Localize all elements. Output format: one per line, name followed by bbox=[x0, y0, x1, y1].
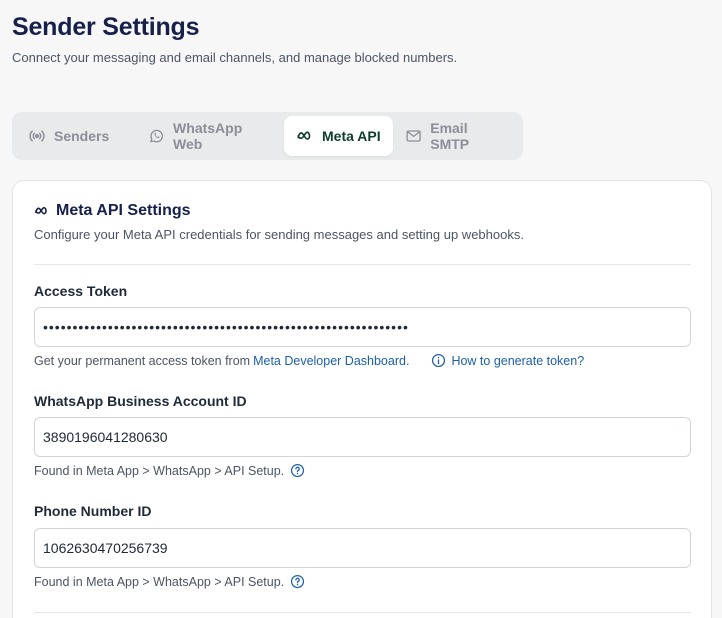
phone-number-id-input[interactable] bbox=[34, 528, 691, 568]
help-text: Get your permanent access token from bbox=[34, 353, 251, 368]
access-token-label: Access Token bbox=[34, 283, 128, 299]
tab-label: Meta API bbox=[322, 128, 381, 144]
help-text: Found in Meta App > WhatsApp > API Setup… bbox=[34, 463, 285, 478]
how-to-generate-token-link[interactable]: How to generate token? bbox=[431, 353, 584, 368]
whatsapp-icon bbox=[150, 129, 164, 143]
card-description: Configure your Meta API credentials for … bbox=[34, 227, 524, 242]
help-suffix: . bbox=[405, 353, 410, 368]
mail-icon bbox=[406, 130, 421, 142]
tab-whatsapp-web[interactable]: WhatsApp Web bbox=[136, 116, 282, 156]
card-title: Meta API Settings bbox=[34, 202, 191, 220]
tab-label: Email SMTP bbox=[430, 120, 470, 152]
help-circle-icon[interactable] bbox=[290, 574, 305, 589]
phone-number-id-label: Phone Number ID bbox=[34, 503, 152, 519]
tab-meta-api[interactable]: Meta API bbox=[284, 116, 393, 156]
broadcast-icon bbox=[29, 130, 45, 142]
meta-developer-dashboard-link[interactable]: Meta Developer Dashboard bbox=[253, 354, 406, 368]
card-title-text: Meta API Settings bbox=[56, 202, 191, 219]
access-token-input[interactable] bbox=[34, 307, 691, 347]
meta-icon bbox=[297, 131, 311, 140]
tab-label: WhatsApp Web bbox=[173, 120, 243, 152]
divider bbox=[34, 264, 691, 265]
tab-senders[interactable]: Senders bbox=[16, 116, 136, 156]
tab-label: Senders bbox=[54, 128, 110, 144]
meta-icon bbox=[35, 206, 47, 215]
business-account-id-help: Found in Meta App > WhatsApp > API Setup… bbox=[34, 463, 305, 478]
tab-email-smtp[interactable]: Email SMTP bbox=[393, 116, 519, 156]
help-circle-icon[interactable] bbox=[290, 463, 305, 478]
info-icon bbox=[432, 353, 446, 368]
link-text: How to generate token? bbox=[451, 353, 585, 368]
help-text: Found in Meta App > WhatsApp > API Setup… bbox=[34, 574, 285, 589]
page-title: Sender Settings bbox=[12, 13, 200, 41]
phone-number-id-help: Found in Meta App > WhatsApp > API Setup… bbox=[34, 574, 305, 589]
tab-bar: Senders WhatsApp Web Meta API Email SMTP bbox=[12, 112, 523, 160]
business-account-id-label: WhatsApp Business Account ID bbox=[34, 393, 247, 409]
page: Sender Settings Connect your messaging a… bbox=[0, 0, 722, 618]
meta-api-settings-card: Meta API Settings Configure your Meta AP… bbox=[12, 180, 712, 618]
page-subtitle: Connect your messaging and email channel… bbox=[12, 50, 458, 65]
divider bbox=[34, 612, 691, 613]
business-account-id-input[interactable] bbox=[34, 417, 691, 457]
access-token-help: Get your permanent access token from Met… bbox=[34, 353, 584, 368]
